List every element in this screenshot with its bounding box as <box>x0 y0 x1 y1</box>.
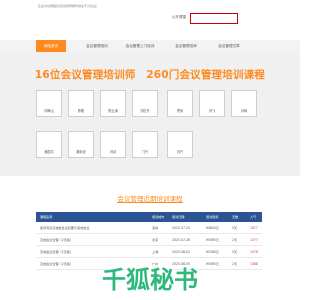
section-divider <box>117 202 183 203</box>
trainer-name: 刘兴 <box>176 150 184 154</box>
top-header: 企业内训课程及培训讲师推荐(排名不分先后) 公开课搜 <box>0 0 300 40</box>
trainer-card[interactable]: 陈聪 <box>68 90 94 117</box>
watermark-text: 千狐秘书 <box>102 266 198 294</box>
trainer-name: 仲梅山 <box>44 109 54 113</box>
trainer-name: 陈聪 <box>77 109 85 113</box>
trainer-card[interactable]: 陈云涛 <box>100 90 126 117</box>
course-fee: ¥5360元 <box>206 250 219 254</box>
course-fee: ¥5360元 <box>206 238 219 242</box>
search-input[interactable] <box>190 13 238 24</box>
course-popularity: 1877 <box>250 226 258 230</box>
trainer-card[interactable]: 魏永安 <box>68 131 94 158</box>
trainer-name: 魏永安 <box>76 150 86 154</box>
trainer-card[interactable]: 刘红升 <box>132 90 158 117</box>
table-row[interactable]: 如何写好高效能会议纪要与有效会议 深圳 2025-07-25 ¥4800元 2天… <box>36 222 262 234</box>
course-city: 上海 <box>152 250 159 254</box>
hero-title: 16位会议管理培训师 260门会议管理培训课程 <box>34 69 266 81</box>
trainer-card[interactable]: 翁国平 <box>36 131 62 158</box>
site-tagline: 企业内训课程及培训讲师推荐(排名不分先后) <box>38 4 98 8</box>
column-header: 培训日期 <box>172 215 185 219</box>
trainer-name: 刘红升 <box>140 109 150 113</box>
trainer-name: 刘飞 <box>208 109 216 113</box>
course-days: 2天 <box>232 250 238 254</box>
trainer-name: 门兴 <box>141 150 149 154</box>
table-header: 课程名称 培训城市 培训日期 培训费用 天数 人气 <box>36 212 262 222</box>
trainer-name: 曹凤 <box>176 109 184 113</box>
search-label: 公开课搜 <box>172 15 186 19</box>
nav-item-training[interactable]: 会议管理培训 <box>80 40 114 52</box>
nav-item-onsite-training[interactable]: 会议管理上门培训 <box>117 40 163 52</box>
course-days: 2天 <box>232 238 238 242</box>
watermark-logo: 千狐秘书 <box>101 265 198 294</box>
nav-item-home[interactable]: 网站首页 <box>36 40 66 52</box>
column-header: 天数 <box>232 215 239 219</box>
nav-item-articles[interactable]: 会议管理文章 <box>209 40 249 52</box>
trainer-name: 陈云涛 <box>108 109 118 113</box>
course-city: 深圳 <box>152 226 159 230</box>
trainer-card[interactable]: 孙辉 <box>231 90 257 117</box>
trainer-card[interactable]: 刘飞 <box>199 90 225 117</box>
trainer-name: 孙辉 <box>240 109 248 113</box>
course-name[interactable]: 如何写好高效能会议纪要与有效会议 <box>40 222 90 234</box>
trainer-name: 刘诗 <box>109 150 117 154</box>
table-row[interactable]: 高效会议管理（2天版） 上海 2025-08-02 ¥5360元 2天 1476 <box>36 246 262 258</box>
course-date: 2025-07-25 <box>172 226 190 230</box>
table-row[interactable]: 高效会议管理（2天版） 北京 2025-07-28 ¥5360元 2天 1577 <box>36 234 262 246</box>
trainer-card[interactable]: 刘诗 <box>100 131 126 158</box>
course-date: 2025-08-02 <box>172 250 190 254</box>
trainer-card[interactable]: 门兴 <box>132 131 158 158</box>
nav-item-trainers[interactable]: 会议管理讲师 <box>166 40 206 52</box>
column-header: 课程名称 <box>40 215 53 219</box>
trainer-card[interactable]: 刘兴 <box>167 131 193 158</box>
course-days: 2天 <box>232 226 238 230</box>
course-fee: ¥4800元 <box>206 226 219 230</box>
column-header: 培训费用 <box>206 215 219 219</box>
course-city: 北京 <box>152 238 159 242</box>
trainer-card[interactable]: 仲梅山 <box>36 90 62 117</box>
course-name[interactable]: 高效会议管理（2天版） <box>40 246 73 258</box>
trainer-card[interactable]: 曹凤 <box>167 90 193 117</box>
course-date: 2025-07-28 <box>172 238 190 242</box>
column-header: 人气 <box>250 215 257 219</box>
trainer-name: 翁国平 <box>44 150 54 154</box>
course-name[interactable]: 高效会议管理（2天版） <box>40 234 73 246</box>
column-header: 培训城市 <box>152 215 165 219</box>
course-popularity: 1577 <box>250 238 258 242</box>
course-popularity: 1476 <box>250 250 258 254</box>
